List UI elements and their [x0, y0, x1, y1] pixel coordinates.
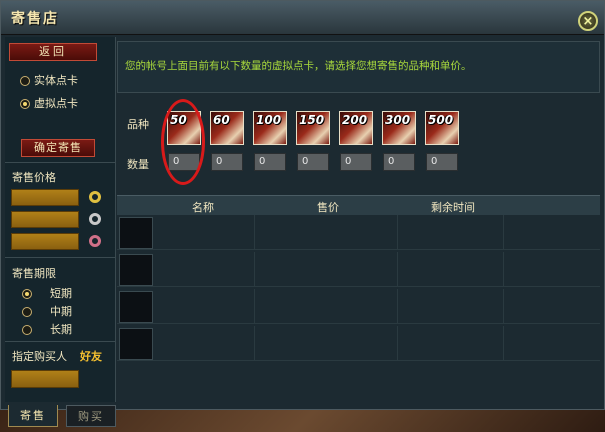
radio-label: 中期: [50, 305, 72, 318]
listing-table-header: 名称 售价 剩余时间: [117, 195, 600, 215]
copper-coin-icon: [89, 235, 101, 247]
quantity-label: 数量: [127, 158, 149, 171]
col-divider: [503, 326, 504, 360]
close-icon: ×: [582, 14, 594, 29]
card-60[interactable]: 60: [210, 111, 244, 145]
table-row[interactable]: [117, 252, 600, 287]
qty-field-500[interactable]: 0: [426, 153, 458, 171]
info-box: 您的帐号上面目前有以下数量的虚拟点卡，请选择您想寄售的品种和单价。: [117, 41, 600, 93]
col-divider: [503, 252, 504, 286]
tab-consign[interactable]: 寄售: [8, 405, 58, 427]
col-divider: [397, 215, 398, 249]
col-divider: [397, 252, 398, 286]
price-label: 寄售价格: [12, 171, 56, 184]
price-silver-input[interactable]: [11, 211, 79, 228]
radio-label: 短期: [50, 287, 72, 300]
buyer-label: 指定购买人: [12, 350, 67, 363]
card-value: 60: [213, 113, 230, 127]
qty-field-100[interactable]: 0: [254, 153, 286, 171]
window-title: 寄售店: [11, 11, 59, 27]
item-slot[interactable]: [119, 217, 153, 249]
radio-icon: [20, 76, 30, 86]
radio-duration-medium[interactable]: 中期: [22, 303, 72, 319]
buyer-name-input[interactable]: [11, 370, 79, 388]
qty-field-200[interactable]: 0: [340, 153, 372, 171]
item-slot[interactable]: [119, 254, 153, 286]
col-divider: [254, 326, 255, 360]
radio-label: 实体点卡: [34, 74, 78, 87]
variety-label: 品种: [127, 118, 149, 131]
main-panel: 您的帐号上面目前有以下数量的虚拟点卡，请选择您想寄售的品种和单价。 品种 数量 …: [117, 37, 600, 402]
radio-icon: [22, 307, 32, 317]
card-value: 300: [385, 113, 411, 127]
column-price: 售价: [317, 201, 339, 214]
confirm-consign-button[interactable]: 确定寄售: [21, 139, 95, 157]
back-button[interactable]: 返回: [9, 43, 97, 61]
price-gold-input[interactable]: [11, 189, 79, 206]
col-divider: [254, 289, 255, 323]
col-divider: [254, 252, 255, 286]
price-copper-input[interactable]: [11, 233, 79, 250]
qty-field-300[interactable]: 0: [383, 153, 415, 171]
radio-selected-icon: [22, 289, 32, 299]
item-slot[interactable]: [119, 291, 153, 323]
column-name: 名称: [192, 201, 214, 214]
item-slot[interactable]: [119, 328, 153, 360]
tab-buy[interactable]: 购买: [66, 405, 116, 427]
card-value: 200: [342, 113, 368, 127]
gold-coin-icon: [89, 191, 101, 203]
qty-field-150[interactable]: 0: [297, 153, 329, 171]
listing-table-body: [117, 215, 600, 363]
radio-duration-short[interactable]: 短期: [22, 285, 72, 301]
highlight-circle: [161, 99, 205, 185]
radio-duration-long[interactable]: 长期: [22, 321, 72, 337]
radio-label: 虚拟点卡: [34, 97, 78, 110]
divider: [5, 162, 115, 163]
card-200[interactable]: 200: [339, 111, 373, 145]
qty-field-60[interactable]: 0: [211, 153, 243, 171]
table-row[interactable]: [117, 289, 600, 324]
info-text: 您的帐号上面目前有以下数量的虚拟点卡，请选择您想寄售的品种和单价。: [125, 60, 472, 72]
card-value: 150: [299, 113, 325, 127]
radio-physical-card[interactable]: 实体点卡: [20, 72, 78, 88]
card-value: 500: [428, 113, 454, 127]
card-300[interactable]: 300: [382, 111, 416, 145]
title-bar[interactable]: 寄售店 ×: [1, 1, 604, 35]
col-divider: [254, 215, 255, 249]
radio-label: 长期: [50, 323, 72, 336]
close-button[interactable]: ×: [578, 11, 598, 31]
col-divider: [397, 289, 398, 323]
card-500[interactable]: 500: [425, 111, 459, 145]
divider: [5, 341, 115, 342]
friend-button[interactable]: 好友: [80, 348, 102, 364]
col-divider: [503, 289, 504, 323]
consignment-window: 寄售店 × 返回 实体点卡 虚拟点卡 确定寄售 寄售价格 寄售期限 短期 中期 …: [0, 0, 605, 410]
radio-icon: [22, 325, 32, 335]
duration-label: 寄售期限: [12, 267, 56, 280]
column-time-left: 剩余时间: [431, 201, 475, 214]
divider: [5, 257, 115, 258]
silver-coin-icon: [89, 213, 101, 225]
card-value: 100: [256, 113, 282, 127]
radio-selected-icon: [20, 99, 30, 109]
table-row[interactable]: [117, 215, 600, 250]
left-panel: 返回 实体点卡 虚拟点卡 确定寄售 寄售价格 寄售期限 短期 中期 长期 指定购…: [5, 37, 116, 402]
card-150[interactable]: 150: [296, 111, 330, 145]
table-row[interactable]: [117, 326, 600, 361]
card-100[interactable]: 100: [253, 111, 287, 145]
col-divider: [503, 215, 504, 249]
radio-virtual-card[interactable]: 虚拟点卡: [20, 95, 78, 111]
col-divider: [397, 326, 398, 360]
